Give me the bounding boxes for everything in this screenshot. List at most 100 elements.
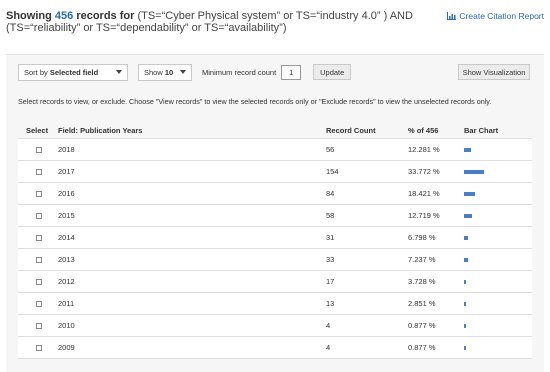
row-select-cell: [18, 344, 58, 351]
row-percent: 6.798 %: [408, 233, 436, 242]
table-body: 2018 56 12.281 % 2017 154 33.772 % 2016 84 18.42…: [18, 139, 532, 359]
row-record-count: 4: [326, 321, 331, 330]
sort-by-text: Sort by Selected field: [24, 68, 98, 77]
row-checkbox[interactable]: [36, 168, 42, 175]
row-select-cell: [18, 300, 58, 307]
show-count-select[interactable]: Show 10: [138, 63, 192, 81]
row-bar-cell: [464, 147, 532, 152]
row-checkbox[interactable]: [36, 322, 42, 329]
table-row: 2015 58 12.719 %: [18, 205, 532, 227]
create-citation-report-link[interactable]: Create Citation Report: [447, 11, 544, 21]
show-visualization-button[interactable]: Show Visualization: [458, 64, 530, 80]
row-record-count: 154: [326, 167, 339, 176]
row-bar: [464, 147, 471, 152]
row-record-count: 13: [326, 299, 335, 308]
row-bar: [464, 213, 472, 218]
row-bar-cell: [464, 191, 532, 196]
row-bar: [464, 169, 484, 174]
table-row: 2016 84 18.421 %: [18, 183, 532, 205]
row-year: 2016: [58, 189, 75, 198]
header-field: Field: Publication Years: [58, 126, 143, 135]
bar-chart-icon: [447, 12, 457, 20]
row-record-count: 84: [326, 189, 335, 198]
row-percent: 33.772 %: [408, 167, 440, 176]
row-record-count: 4: [326, 343, 331, 352]
results-table: Select Field: Publication Years Record C…: [18, 123, 532, 359]
row-percent: 0.877 %: [408, 321, 436, 330]
row-bar-cell: [464, 323, 532, 328]
header-percent: % of 456: [408, 126, 439, 135]
row-percent: 2.851 %: [408, 299, 436, 308]
row-checkbox[interactable]: [36, 344, 42, 351]
row-bar: [464, 301, 466, 306]
chevron-down-icon: [180, 70, 186, 74]
table-row: 2018 56 12.281 %: [18, 139, 532, 161]
row-year: 2015: [58, 211, 75, 220]
row-checkbox[interactable]: [36, 190, 42, 197]
row-percent: 18.421 %: [408, 189, 440, 198]
row-year: 2011: [58, 299, 75, 308]
controls-bar: Sort by Selected field Show 10 Minimum r…: [18, 63, 352, 81]
row-checkbox[interactable]: [36, 234, 42, 241]
row-percent: 12.281 %: [408, 145, 440, 154]
table-row: 2014 31 6.798 %: [18, 227, 532, 249]
sort-by-prefix: Sort by: [24, 67, 48, 77]
table-row: 2012 17 3.728 %: [18, 271, 532, 293]
row-checkbox[interactable]: [36, 278, 42, 285]
row-bar-cell: [464, 169, 532, 174]
row-bar: [464, 323, 466, 328]
results-header: Showing 456 records for (TS=“Cyber Physi…: [6, 10, 446, 34]
row-bar-cell: [464, 301, 532, 306]
row-year: 2018: [58, 145, 75, 154]
chevron-down-icon: [116, 70, 122, 74]
row-percent: 3.728 %: [408, 277, 436, 286]
row-bar-cell: [464, 345, 532, 350]
table-row: 2017 154 33.772 %: [18, 161, 532, 183]
row-bar: [464, 345, 466, 350]
row-select-cell: [18, 146, 58, 153]
row-bar-cell: [464, 235, 532, 240]
row-select-cell: [18, 322, 58, 329]
sort-by-select[interactable]: Sort by Selected field: [18, 63, 128, 81]
update-button[interactable]: Update: [313, 64, 352, 80]
table-row: 2009 4 0.877 %: [18, 337, 532, 359]
row-select-cell: [18, 256, 58, 263]
row-checkbox[interactable]: [36, 256, 42, 263]
record-count: 456: [54, 10, 74, 22]
row-checkbox[interactable]: [36, 300, 42, 307]
minimum-record-count-input[interactable]: 1: [281, 64, 302, 80]
row-select-cell: [18, 168, 58, 175]
row-record-count: 31: [326, 233, 335, 242]
show-prefix: Show: [144, 67, 163, 77]
row-year: 2014: [58, 233, 75, 242]
row-bar-cell: [464, 257, 532, 262]
show-value: 10: [164, 67, 174, 77]
table-row: 2010 4 0.877 %: [18, 315, 532, 337]
row-percent: 0.877 %: [408, 343, 436, 352]
minimum-record-count-label: Minimum record count: [202, 67, 277, 77]
instructions-text: Select records to view, or exclude. Choo…: [18, 97, 492, 106]
row-bar-cell: [464, 213, 532, 218]
row-checkbox[interactable]: [36, 146, 42, 153]
table-row: 2011 13 2.851 %: [18, 293, 532, 315]
row-select-cell: [18, 278, 58, 285]
row-bar: [464, 279, 466, 284]
row-checkbox[interactable]: [36, 212, 42, 219]
create-citation-report-label: Create Citation Report: [459, 11, 544, 21]
header-bar-chart: Bar Chart: [464, 126, 499, 135]
records-for-label: records for: [76, 10, 135, 22]
row-record-count: 56: [326, 145, 335, 154]
row-bar: [464, 257, 468, 262]
row-year: 2017: [58, 167, 75, 176]
table-header: Select Field: Publication Years Record C…: [18, 123, 532, 139]
row-record-count: 17: [326, 277, 335, 286]
row-year: 2013: [58, 255, 75, 264]
row-bar-cell: [464, 279, 532, 284]
row-percent: 7.237 %: [408, 255, 436, 264]
row-year: 2012: [58, 277, 75, 286]
header-record-count: Record Count: [326, 126, 376, 135]
row-percent: 12.719 %: [408, 211, 440, 220]
show-count-text: Show 10: [144, 68, 173, 77]
sort-by-value: Selected field: [49, 67, 99, 77]
row-select-cell: [18, 212, 58, 219]
